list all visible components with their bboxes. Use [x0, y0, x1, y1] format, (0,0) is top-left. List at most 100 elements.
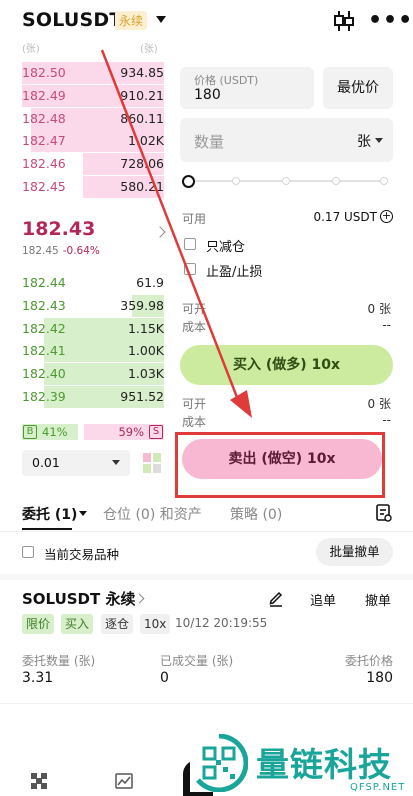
bid-row[interactable]: 182.42 1.15K	[0, 317, 170, 340]
edit-pencil-icon[interactable]	[268, 589, 284, 607]
ask-qty: 910.21	[120, 87, 164, 103]
sell-button-highlight	[175, 432, 385, 498]
ask-qty: 934.85	[120, 65, 164, 80]
bid-row[interactable]: 182.39 951.52	[0, 386, 170, 408]
watermark-text: 量链科技	[256, 745, 392, 784]
order-qty-label: 委托数量 (张)	[22, 654, 96, 668]
caret-down-icon[interactable]	[156, 16, 166, 23]
ask-price: 182.49	[22, 87, 66, 103]
bid-row[interactable]: 182.43 359.98	[0, 294, 170, 317]
bid-qty: 951.52	[120, 389, 164, 404]
ask-price: 182.47	[22, 133, 66, 149]
available-label: 可用	[182, 212, 207, 226]
ask-row[interactable]: 182.50 934.85	[0, 62, 170, 84]
checkbox-box[interactable]	[22, 546, 34, 558]
mark-price: 182.45	[22, 245, 59, 257]
checkbox-box[interactable]	[184, 263, 196, 275]
book-layout-icon[interactable]	[142, 452, 162, 474]
tab-strategies[interactable]: 策略 (0)	[230, 504, 282, 524]
order-history-icon[interactable]	[376, 504, 392, 522]
ask-row[interactable]: 182.48 860.11	[0, 107, 170, 130]
long-cost-label: 成本	[182, 320, 207, 334]
ask-qty: 1.02K	[127, 133, 164, 149]
caret-down-icon[interactable]	[375, 138, 383, 143]
price-input-box[interactable]: 价格 (USDT) 180	[180, 67, 314, 109]
bid-qty: 359.98	[120, 297, 164, 313]
more-dots-icon[interactable]: •••	[368, 8, 413, 33]
long-cost-value: --	[382, 318, 391, 332]
slider-step-25[interactable]	[232, 177, 240, 185]
bid-row[interactable]: 182.40 1.03K	[0, 363, 170, 386]
watermark-site: QFSP.NET	[350, 782, 406, 793]
ask-row[interactable]: 182.46 728.06	[0, 153, 170, 176]
order-price-label: 委托价格	[344, 654, 393, 668]
sell-badge: S	[149, 425, 163, 439]
order-price-value: 180	[366, 670, 393, 686]
chevron-right-icon[interactable]	[134, 593, 145, 604]
short-cost-label: 成本	[182, 415, 207, 429]
slider-step-100[interactable]	[380, 177, 388, 185]
candle-chart-icon[interactable]	[333, 9, 355, 33]
bid-price: 182.43	[22, 297, 66, 313]
plus-circle-icon[interactable]: +	[380, 210, 393, 223]
last-price[interactable]: 182.43	[22, 218, 95, 240]
precision-select[interactable]: 0.01	[22, 450, 130, 476]
orderbook-qty-header: (张)	[140, 44, 158, 55]
slider-step-75[interactable]	[332, 177, 340, 185]
cancel-all-button[interactable]: 批量撤单	[316, 538, 393, 566]
slider-step-50[interactable]	[282, 177, 290, 185]
tab-orders[interactable]: 委托 (1)	[22, 504, 77, 524]
price-input[interactable]: 180	[194, 87, 221, 103]
tp-sl-label: 止盈/止损	[206, 265, 263, 280]
order-time: 10/12 20:19:55	[175, 616, 268, 630]
filled-qty-label: 已成交量 (张)	[160, 654, 234, 668]
price-label: 价格 (USDT)	[194, 74, 259, 87]
quantity-input[interactable]: 数量	[194, 131, 224, 152]
quantity-input-box[interactable]: 数量 张	[180, 118, 393, 162]
buy-badge: B	[23, 425, 37, 439]
caret-down-icon[interactable]	[79, 511, 87, 516]
sell-ratio: 59%	[118, 425, 144, 439]
long-available-value: 0 张	[367, 302, 391, 316]
caret-down-icon	[112, 460, 120, 465]
chevron-right-icon[interactable]	[154, 226, 166, 238]
best-price-button[interactable]: 最优价	[323, 67, 393, 109]
ask-row[interactable]: 182.45 580.21	[0, 176, 170, 198]
bid-qty: 1.00K	[127, 343, 164, 359]
ask-price: 182.46	[22, 156, 66, 172]
bid-row[interactable]: 182.41 1.00K	[0, 340, 170, 363]
precision-value: 0.01	[32, 455, 60, 470]
order-side-tag: 买入	[61, 614, 94, 634]
ask-price: 182.48	[22, 110, 66, 126]
tab-positions[interactable]: 仓位 (0) 和资产	[103, 504, 202, 524]
symbol-title[interactable]: SOLUSDT	[22, 9, 123, 31]
bid-qty: 1.15K	[127, 320, 164, 336]
order-tabs: 委托 (1) 仓位 (0) 和资产 策略 (0)	[0, 498, 413, 532]
bid-row[interactable]: 182.44 61.9	[0, 272, 170, 294]
bid-price: 182.44	[22, 275, 66, 290]
buy-ratio: 41%	[42, 425, 68, 439]
margin-mode-tag: 逐仓	[101, 614, 134, 634]
short-available-value: 0 张	[367, 397, 391, 411]
checkbox-box[interactable]	[184, 238, 196, 250]
ask-price: 182.50	[22, 65, 66, 80]
slider-handle[interactable]	[182, 175, 195, 188]
top-header: SOLUSDT 永续 •••	[0, 0, 413, 42]
section-divider	[0, 574, 413, 580]
order-type-tag: 限价	[22, 614, 55, 634]
watermark-logo: 量链科技 QFSP.NET	[190, 728, 413, 796]
quantity-unit[interactable]: 张	[357, 131, 371, 151]
chase-order-button[interactable]: 追单	[310, 590, 336, 609]
bid-price: 182.39	[22, 389, 66, 404]
ask-row[interactable]: 182.49 910.21	[0, 84, 170, 107]
grid-nav-icon[interactable]	[30, 772, 48, 790]
cancel-order-button[interactable]: 撤单	[365, 590, 391, 609]
quantity-slider[interactable]	[182, 174, 392, 188]
order-symbol[interactable]: SOLUSDT 永续	[22, 588, 135, 609]
ask-row[interactable]: 182.47 1.02K	[0, 130, 170, 153]
filled-qty-value: 0	[160, 670, 169, 686]
market-chart-nav-icon[interactable]	[115, 772, 133, 790]
buy-long-button[interactable]: 买入 (做多) 10x	[180, 345, 393, 385]
orderbook-price-header: (张)	[22, 44, 40, 55]
reduce-only-label: 只减仓	[206, 240, 246, 255]
